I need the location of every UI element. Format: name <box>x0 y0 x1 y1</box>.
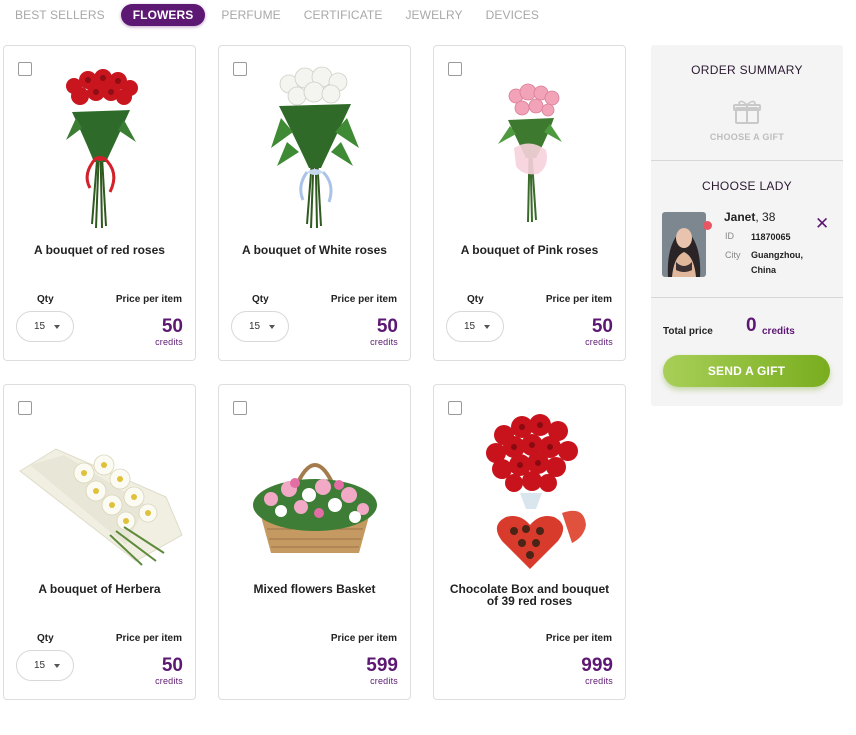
id-label: ID <box>725 231 734 241</box>
choose-lady-title: CHOOSE LADY <box>702 179 792 193</box>
pink-roses-image <box>498 83 562 223</box>
lady-name: Janet, 38 <box>724 210 775 224</box>
product-price: 599 <box>366 655 398 676</box>
product-name: A bouquet of red roses <box>34 243 165 257</box>
caret-down-icon <box>269 325 275 329</box>
order-summary-title: ORDER SUMMARY <box>691 63 803 77</box>
price-currency: credits <box>155 337 183 347</box>
product-price: 50 <box>161 316 183 337</box>
price-per-item-label: Price per item <box>330 294 397 305</box>
tab-certificate[interactable]: CERTIFICATE <box>297 4 390 26</box>
total-price-value: 0 <box>746 315 757 336</box>
lady-age: , 38 <box>755 210 776 224</box>
tab-perfume[interactable]: PERFUME <box>214 4 287 26</box>
caret-down-icon <box>484 325 490 329</box>
caret-down-icon <box>54 325 60 329</box>
qty-value: 15 <box>249 321 261 332</box>
choose-gift-label[interactable]: CHOOSE A GIFT <box>651 132 843 142</box>
qty-label: Qty <box>467 294 484 305</box>
caret-down-icon <box>54 664 60 668</box>
product-card[interactable]: A bouquet of White roses Qty 15 Price pe… <box>218 45 411 361</box>
price-per-item-label: Price per item <box>115 294 182 305</box>
tab-flowers[interactable]: FLOWERS <box>120 4 206 26</box>
product-price: 999 <box>581 655 613 676</box>
tab-jewelry[interactable]: JEWELRY <box>398 4 469 26</box>
product-card[interactable]: A bouquet of Pink roses Qty 15 Price per… <box>433 45 626 361</box>
qty-label: Qty <box>37 633 54 644</box>
tab-devices[interactable]: DEVICES <box>479 4 546 26</box>
price-per-item-label: Price per item <box>115 633 182 644</box>
product-name: Mixed flowers Basket <box>253 582 376 596</box>
qty-value: 15 <box>464 321 476 332</box>
product-name: A bouquet of White roses <box>242 243 387 257</box>
qty-label: Qty <box>252 294 269 305</box>
product-price: 50 <box>591 316 613 337</box>
product-price: 50 <box>376 316 398 337</box>
price-per-item-label: Price per item <box>545 294 612 305</box>
close-icon[interactable]: ✕ <box>815 215 829 232</box>
avatar <box>662 212 706 277</box>
lady-first-name: Janet <box>724 210 756 224</box>
product-card[interactable]: A bouquet of Herbera Qty 15 Price per it… <box>3 384 196 700</box>
qty-select[interactable]: 15 <box>231 311 289 342</box>
qty-value: 15 <box>34 321 46 332</box>
product-name: A bouquet of Herbera <box>38 582 161 596</box>
product-card[interactable]: Mixed flowers Basket Price per item 599 … <box>218 384 411 700</box>
divider <box>651 297 843 298</box>
red-roses-image <box>66 69 138 229</box>
gift-icon[interactable] <box>733 99 761 125</box>
lady-city-line1: Guangzhou, <box>751 250 803 260</box>
price-currency: credits <box>370 337 398 347</box>
flower-basket-image <box>253 463 377 553</box>
roses-chocolate-image <box>486 414 586 569</box>
price-per-item-label: Price per item <box>330 633 397 644</box>
price-per-item-label: Price per item <box>545 633 612 644</box>
product-price: 50 <box>161 655 183 676</box>
online-status-dot <box>703 221 712 230</box>
city-label: City <box>725 250 741 260</box>
total-price-currency: credits <box>762 326 795 337</box>
lady-city-line2: China <box>751 265 777 275</box>
product-card[interactable]: A bouquet of red roses Qty 15 Price per … <box>3 45 196 361</box>
category-tabs: BEST SELLERS FLOWERS PERFUME CERTIFICATE… <box>8 4 555 26</box>
price-currency: credits <box>585 676 613 686</box>
qty-select[interactable]: 15 <box>16 650 74 681</box>
gerbera-image <box>19 448 183 566</box>
product-name: Chocolate Box and bouquet of 39 red rose… <box>449 582 610 608</box>
order-summary-panel: ORDER SUMMARY CHOOSE A GIFT CHOOSE LADY … <box>651 45 843 406</box>
tab-best-sellers[interactable]: BEST SELLERS <box>8 4 112 26</box>
price-currency: credits <box>155 676 183 686</box>
total-price-label: Total price <box>663 326 713 337</box>
product-name: A bouquet of Pink roses <box>460 243 599 257</box>
qty-select[interactable]: 15 <box>16 311 74 342</box>
qty-value: 15 <box>34 660 46 671</box>
send-gift-button[interactable]: SEND A GIFT <box>663 355 830 387</box>
white-roses-image <box>271 66 359 229</box>
price-currency: credits <box>370 676 398 686</box>
lady-id: 11870065 <box>751 232 791 242</box>
divider <box>651 160 843 161</box>
product-card[interactable]: Chocolate Box and bouquet of 39 red rose… <box>433 384 626 700</box>
qty-label: Qty <box>37 294 54 305</box>
price-currency: credits <box>585 337 613 347</box>
qty-select[interactable]: 15 <box>446 311 504 342</box>
